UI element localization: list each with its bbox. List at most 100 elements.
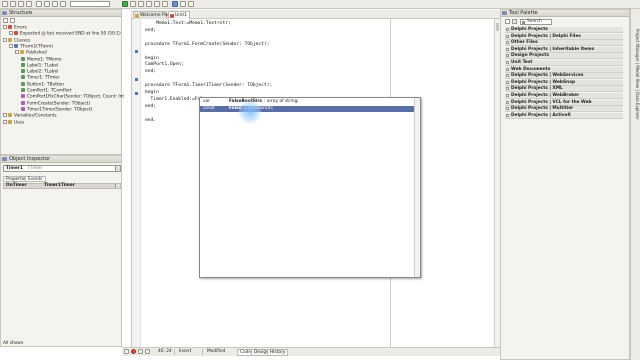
docked-side-tabs[interactable]: Project Manager | Model View | Data Expl…	[630, 9, 640, 360]
code-line[interactable]: procedure TForm1.Timer1Timer(Sender: TOb…	[145, 82, 272, 89]
tree-expander-icon[interactable]	[15, 50, 19, 55]
tree-node[interactable]: Uses	[3, 119, 24, 126]
completion-scrollbar[interactable]	[414, 98, 420, 277]
record-macro-icon[interactable]	[124, 349, 129, 354]
tree-node[interactable]: Variables/Constants	[3, 113, 57, 119]
palette-category[interactable]: Delphi Projects	[505, 27, 623, 33]
code-line[interactable]: end.	[145, 117, 156, 124]
palette-category[interactable]: Unit Test	[505, 60, 623, 66]
completion-item[interactable]: varFalseBoolStrs: array of string;	[200, 99, 420, 105]
expand-category-icon[interactable]	[506, 41, 509, 45]
inspector-row[interactable]: OnTimer Timer1Timer	[3, 183, 121, 189]
expand-category-icon[interactable]	[506, 94, 509, 97]
code-line[interactable]: end;	[145, 68, 156, 75]
stop-icon[interactable]	[146, 1, 152, 7]
code-line[interactable]: end;	[145, 27, 156, 34]
palette-category[interactable]: Delphi Projects | Multitier	[505, 106, 623, 113]
palette-category[interactable]: Delphi Projects | ActiveX	[505, 112, 623, 119]
add-file-icon[interactable]	[44, 1, 50, 7]
palette-category[interactable]: Delphi Projects | WebSnap	[505, 79, 623, 86]
pause-icon[interactable]	[138, 1, 144, 7]
chevron-down-icon[interactable]	[115, 166, 120, 171]
open-icon[interactable]	[10, 1, 16, 7]
collapse-all-icon[interactable]	[3, 18, 8, 23]
expand-category-icon[interactable]	[506, 67, 509, 71]
palette-search[interactable]: Search	[520, 19, 552, 25]
tree-node[interactable]: Timer1: TTimer	[21, 75, 60, 81]
tree-node[interactable]: Expected @ but received END at line 50 (…	[9, 31, 121, 37]
stop-recording-icon[interactable]	[131, 349, 136, 354]
toggle-form-unit-icon[interactable]	[188, 1, 194, 7]
tree-node[interactable]: ComPort1: TComPort	[21, 88, 72, 94]
tree-node[interactable]: Memo1: TMemo	[21, 56, 62, 63]
tree-expander-icon[interactable]	[3, 25, 7, 29]
categories-icon[interactable]	[505, 19, 510, 24]
palette-category[interactable]: Design Projects	[505, 53, 623, 60]
view-unit-icon[interactable]	[172, 1, 178, 7]
side-tabs-label[interactable]: Project Manager | Model View | Data Expl…	[632, 29, 640, 149]
expand-category-icon[interactable]	[506, 61, 509, 64]
remove-file-icon[interactable]	[52, 1, 58, 7]
expand-category-icon[interactable]	[506, 28, 509, 31]
tree-node[interactable]: Errors	[3, 25, 27, 31]
tab-welcome-page[interactable]: Welcome Page	[133, 11, 173, 19]
tree-node[interactable]: Published	[15, 50, 47, 56]
tree-node[interactable]: Label1: TLabel	[21, 62, 58, 69]
tree-node[interactable]: FormCreate(Sender: TObject)	[21, 100, 90, 107]
tree-expander-icon[interactable]	[3, 37, 7, 42]
help-icon[interactable]	[60, 1, 66, 7]
palette-category[interactable]: Other Files	[505, 40, 623, 47]
palette-category[interactable]: Delphi Projects | VCL for the Web	[505, 99, 623, 106]
expand-category-icon[interactable]	[506, 74, 509, 78]
tree-node[interactable]: ComPort1RxChar(Sender: TObject; Count: I…	[21, 94, 124, 100]
run-icon[interactable]	[122, 1, 128, 7]
tree-expander-icon[interactable]	[9, 31, 13, 36]
save-all-icon[interactable]	[26, 1, 32, 7]
expand-category-icon[interactable]	[506, 34, 509, 38]
tree-node[interactable]: Label2: TLabel	[21, 69, 58, 75]
chevron-down-icon[interactable]	[115, 184, 120, 188]
expand-category-icon[interactable]	[506, 80, 509, 84]
tree-node[interactable]: TForm1(TForm)	[9, 43, 53, 50]
completion-item[interactable]: constFalse= Boolean(0);	[200, 105, 420, 112]
view-form-icon[interactable]	[180, 1, 186, 7]
palette-category[interactable]: Delphi Projects | WebServices	[505, 73, 623, 80]
tree-expander-icon[interactable]	[3, 113, 7, 118]
expand-category-icon[interactable]	[506, 54, 509, 58]
run-dropdown-icon[interactable]	[130, 1, 136, 7]
expand-category-icon[interactable]	[506, 87, 509, 91]
code-line[interactable]: end;	[145, 103, 156, 110]
tab-unit1[interactable]: Unit1	[168, 11, 190, 19]
desktop-combo[interactable]	[70, 1, 110, 7]
filter-icon[interactable]	[512, 19, 517, 24]
scroll-thumb[interactable]	[496, 23, 499, 31]
code-completion-popup[interactable]: varFalseBoolStrs: array of string;constF…	[199, 97, 421, 278]
palette-category[interactable]: Delphi Projects | Delphi Files	[505, 33, 623, 40]
save-icon[interactable]	[18, 1, 24, 7]
component-selector[interactable]: Timer1 TTimer	[3, 165, 121, 172]
code-line[interactable]: procedure TForm1.FormCreate(Sender: TObj…	[145, 41, 269, 48]
play-macro-icon[interactable]	[138, 349, 143, 354]
palette-category[interactable]: Delphi Projects | Inheritable Items	[505, 46, 623, 53]
tree-node[interactable]: Timer1Timer(Sender: TObject)	[21, 106, 92, 113]
new-icon[interactable]	[2, 1, 8, 7]
expand-category-icon[interactable]	[506, 100, 509, 104]
expand-category-icon[interactable]	[506, 113, 509, 117]
palette-category[interactable]: Web Documents	[505, 66, 623, 73]
palette-category[interactable]: Delphi Projects | XML	[505, 86, 623, 93]
tree-expander-icon[interactable]	[3, 119, 7, 124]
event-value[interactable]: Timer1Timer	[44, 183, 75, 189]
trace-into-icon[interactable]	[162, 1, 168, 7]
step-over-icon[interactable]	[154, 1, 160, 7]
expand-category-icon[interactable]	[506, 47, 509, 51]
expand-all-icon[interactable]	[10, 18, 15, 23]
tab-history[interactable]: History	[267, 349, 289, 356]
open-project-icon[interactable]	[36, 1, 42, 7]
tree-node[interactable]: Button1: TButton	[21, 81, 64, 88]
palette-category[interactable]: Delphi Projects | WebBroker	[505, 93, 623, 99]
tree-expander-icon[interactable]	[9, 43, 13, 48]
expand-category-icon[interactable]	[506, 107, 509, 111]
tab-events[interactable]: Events	[25, 176, 46, 182]
macro-options-icon[interactable]	[145, 349, 150, 354]
code-line[interactable]: Memo1.Text:=Memo1.Text+str;	[145, 20, 231, 27]
